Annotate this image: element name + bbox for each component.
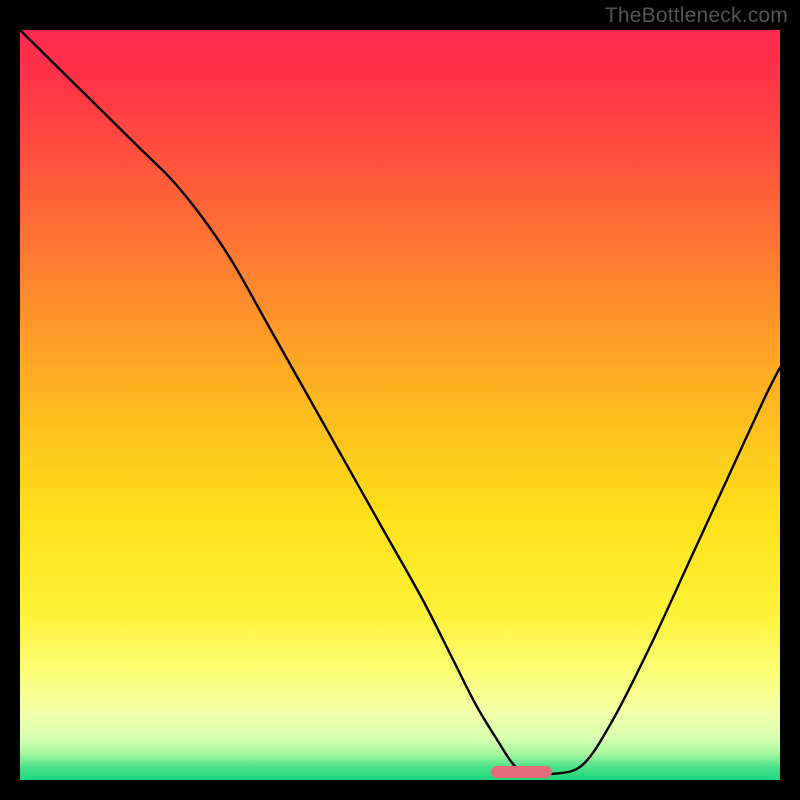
chart-frame: TheBottleneck.com (0, 0, 800, 800)
bottleneck-chart (20, 30, 780, 780)
plot-area (20, 30, 780, 780)
watermark-text: TheBottleneck.com (605, 4, 788, 28)
